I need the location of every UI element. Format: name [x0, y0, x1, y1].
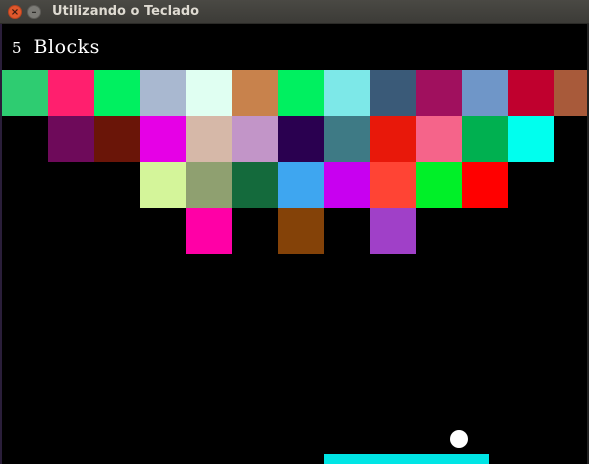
- block: [416, 70, 462, 116]
- blocks-counter: 5 Blocks: [12, 36, 100, 58]
- block: [278, 70, 324, 116]
- block: [416, 116, 462, 162]
- game-canvas[interactable]: 5 Blocks: [0, 24, 589, 464]
- block: [370, 162, 416, 208]
- block: [232, 70, 278, 116]
- ball: [450, 430, 468, 448]
- block: [278, 116, 324, 162]
- block: [462, 70, 508, 116]
- block: [278, 208, 324, 254]
- block: [186, 116, 232, 162]
- paddle[interactable]: [324, 454, 489, 464]
- block: [94, 116, 140, 162]
- block: [370, 116, 416, 162]
- blocks-label: Blocks: [33, 36, 100, 58]
- block: [186, 162, 232, 208]
- block: [2, 70, 48, 116]
- block: [186, 208, 232, 254]
- block: [140, 162, 186, 208]
- block: [48, 70, 94, 116]
- block: [48, 116, 94, 162]
- blocks-count: 5: [12, 39, 22, 57]
- block: [232, 116, 278, 162]
- game-window: × – Utilizando o Teclado 5 Blocks: [0, 0, 589, 464]
- window-titlebar[interactable]: × – Utilizando o Teclado: [0, 0, 589, 24]
- minimize-icon[interactable]: –: [27, 5, 41, 19]
- block: [232, 162, 278, 208]
- block: [324, 116, 370, 162]
- block: [186, 70, 232, 116]
- block: [278, 162, 324, 208]
- block: [370, 208, 416, 254]
- block: [508, 70, 554, 116]
- window-title: Utilizando o Teclado: [52, 4, 200, 19]
- block: [416, 162, 462, 208]
- close-icon[interactable]: ×: [8, 5, 22, 19]
- block: [508, 116, 554, 162]
- block: [324, 70, 370, 116]
- block: [370, 70, 416, 116]
- block: [140, 116, 186, 162]
- block: [462, 116, 508, 162]
- block: [324, 162, 370, 208]
- left-border: [0, 24, 2, 464]
- block: [140, 70, 186, 116]
- block: [462, 162, 508, 208]
- block: [94, 70, 140, 116]
- block: [554, 70, 589, 116]
